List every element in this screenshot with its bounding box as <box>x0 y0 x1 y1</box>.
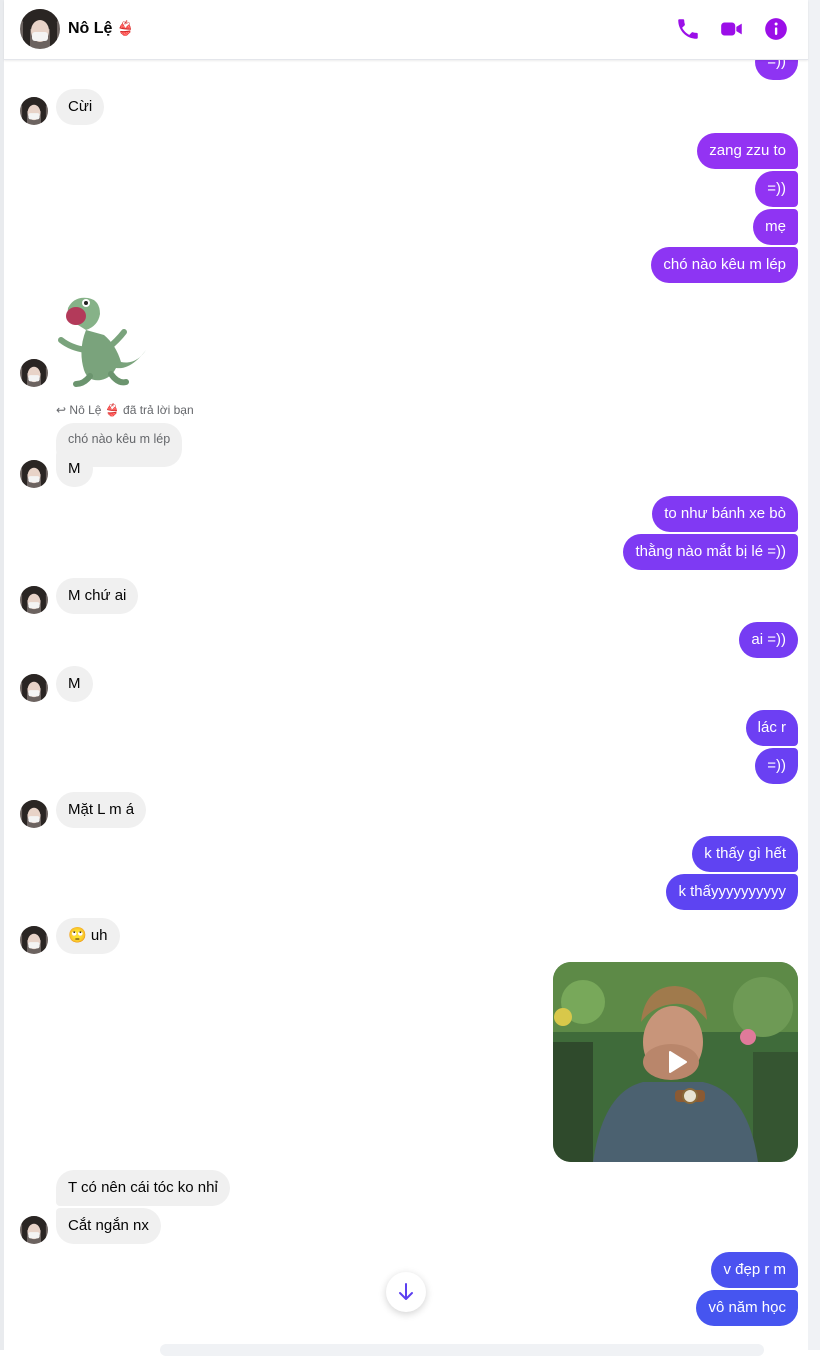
message-bubble-outgoing[interactable]: k thấyyyyyyyyyy <box>666 874 798 910</box>
message-bubble-incoming[interactable]: Mặt L m á <box>56 792 147 828</box>
contact-name[interactable]: Nô Lệ 👙 <box>68 20 134 38</box>
message-bubble-outgoing[interactable]: =)) <box>755 748 798 784</box>
message-bubble-outgoing[interactable]: thằng nào mắt bị lé =)) <box>623 534 798 570</box>
message-bubble-outgoing[interactable]: k thấy gì hết <box>692 836 798 872</box>
message-bubble-outgoing[interactable]: lác r <box>745 710 798 746</box>
message-composer[interactable] <box>160 1344 764 1356</box>
message-bubble-outgoing[interactable]: v đẹp r m <box>711 1252 798 1288</box>
contact-avatar[interactable] <box>20 460 48 488</box>
message-bubble-incoming[interactable]: M chứ ai <box>56 578 139 614</box>
message-bubble-outgoing[interactable]: ai =)) <box>739 622 798 658</box>
contact-avatar[interactable] <box>20 359 48 387</box>
message-bubble-incoming[interactable]: Cắt ngắn nx <box>56 1208 161 1244</box>
message-bubble-incoming[interactable]: M <box>56 666 93 702</box>
contact-name-text: Nô Lệ <box>68 20 113 37</box>
reply-note-text: Nô Lệ 👙 đã trả lời bạn <box>69 403 194 417</box>
contact-avatar[interactable] <box>20 9 60 49</box>
message-bubble-outgoing[interactable]: zang zzu to <box>697 133 798 169</box>
reply-note: ↩ Nô Lệ 👙 đã trả lời bạn <box>56 403 194 417</box>
message-bubble-incoming[interactable]: Cừi <box>56 89 105 125</box>
message-bubble-outgoing[interactable]: chó nào kêu m lép <box>651 247 798 283</box>
message-bubble-outgoing[interactable]: mẹ <box>753 209 798 245</box>
message-bubble-outgoing[interactable]: vô năm học <box>696 1290 798 1326</box>
scroll-to-bottom-button[interactable] <box>386 1272 426 1312</box>
message-bubble-outgoing[interactable]: =)) <box>755 171 798 207</box>
video-attachment[interactable] <box>553 962 798 1162</box>
message-bubble-incoming[interactable]: T có nên cái tóc ko nhỉ <box>56 1170 230 1206</box>
message-bubble-incoming[interactable]: 🙄 uh <box>56 918 120 954</box>
reply-arrow-icon: ↩ <box>56 403 67 417</box>
message-bubble-outgoing[interactable]: to như bánh xe bò <box>652 496 798 532</box>
contact-avatar[interactable] <box>20 586 48 614</box>
contact-avatar[interactable] <box>20 926 48 954</box>
arrow-down-icon <box>399 1283 413 1300</box>
gecko-sticker[interactable] <box>56 290 156 390</box>
play-icon[interactable] <box>666 1050 688 1079</box>
scrollbar-track[interactable] <box>808 0 820 1350</box>
bikini-emoji: 👙 <box>116 20 135 36</box>
contact-avatar[interactable] <box>20 800 48 828</box>
message-bubble-incoming[interactable]: M <box>56 451 93 487</box>
phone-icon[interactable] <box>675 16 701 42</box>
chat-header: Nô Lệ 👙 <box>4 0 808 60</box>
video-call-icon[interactable] <box>719 16 745 42</box>
contact-avatar[interactable] <box>20 97 48 125</box>
info-icon[interactable] <box>763 16 789 42</box>
contact-avatar[interactable] <box>20 674 48 702</box>
contact-avatar[interactable] <box>20 1216 48 1244</box>
